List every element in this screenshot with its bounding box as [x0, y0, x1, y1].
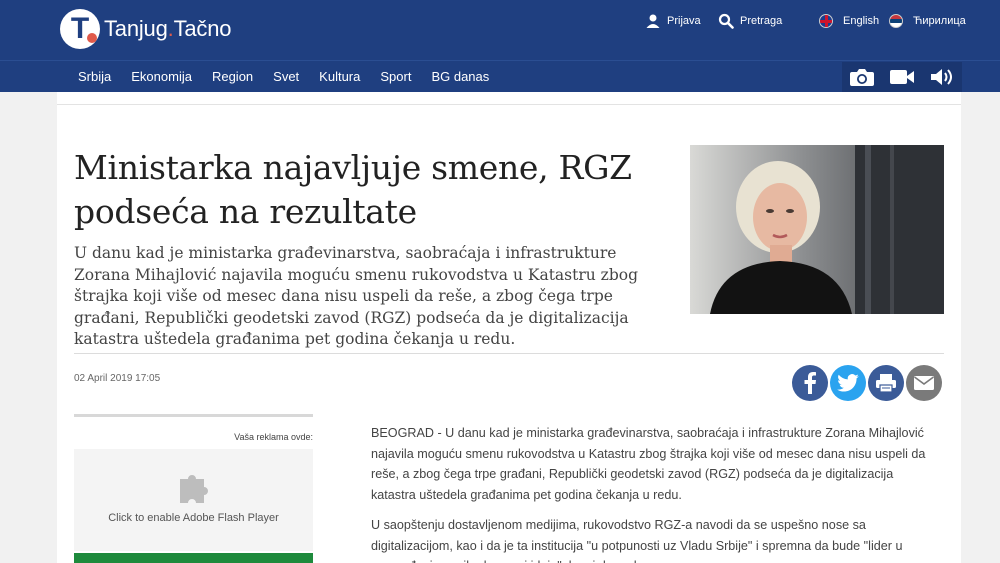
- audio-icon: [931, 69, 952, 85]
- top-header: T Tanjug.Tačno Prijava Pretraga English …: [0, 0, 1000, 60]
- plugin-icon: [180, 475, 208, 503]
- divider: [74, 353, 944, 354]
- article-lead: U danu kad je ministarka građevinarstva,…: [74, 244, 639, 348]
- nav-item-srbija[interactable]: Srbija: [68, 61, 121, 93]
- ad-label: Vaša reklama ovde:: [234, 432, 313, 442]
- uk-flag-icon: [819, 14, 833, 28]
- email-share-button[interactable]: [906, 365, 942, 401]
- media-buttons: [842, 62, 962, 92]
- camera-icon: [850, 69, 874, 86]
- article-headline: Ministarka najavljuje smene, RGZ podseća…: [74, 148, 632, 231]
- nav-item-kultura[interactable]: Kultura: [309, 61, 370, 93]
- nav-item-sport[interactable]: Sport: [370, 61, 421, 93]
- print-icon: [876, 374, 896, 393]
- main-nav: Srbija Ekonomija Region Svet Kultura Spo…: [0, 60, 1000, 92]
- nav-item-region[interactable]: Region: [202, 61, 263, 93]
- flash-ad-placeholder[interactable]: [74, 449, 313, 551]
- nav-item-svet[interactable]: Svet: [263, 61, 309, 93]
- user-icon: [645, 13, 661, 29]
- print-button[interactable]: [868, 365, 904, 401]
- logo-text: Tanjug.Tačno: [104, 16, 231, 42]
- photo-gallery-button[interactable]: [842, 62, 882, 92]
- ad-divider: [74, 414, 313, 417]
- login-link[interactable]: Prijava: [645, 13, 701, 29]
- english-link[interactable]: English: [819, 13, 879, 29]
- share-facebook-button[interactable]: [792, 365, 828, 401]
- nav-item-bg-danas[interactable]: BG danas: [421, 61, 499, 93]
- login-label: Prijava: [667, 15, 701, 27]
- nav-item-ekonomija[interactable]: Ekonomija: [121, 61, 202, 93]
- site-logo[interactable]: T Tanjug.Tačno: [60, 9, 231, 49]
- flash-ad-text[interactable]: Click to enable Adobe Flash Player: [74, 512, 313, 524]
- audio-button[interactable]: [922, 62, 962, 92]
- email-icon: [914, 376, 934, 390]
- logo-letter: T: [70, 12, 90, 45]
- serbia-flag-icon: [889, 14, 903, 28]
- article-paragraph: U saopštenju dostavljenom medijima, ruko…: [371, 518, 903, 563]
- search-label: Pretraga: [740, 15, 783, 27]
- article-body: BEOGRAD - U danu kad je ministarka građe…: [371, 423, 941, 563]
- divider: [57, 104, 961, 105]
- logo-mark: T: [60, 9, 100, 49]
- search-icon: [718, 13, 734, 29]
- logo-tagline: Tačno: [173, 16, 232, 41]
- facebook-icon: [804, 372, 816, 394]
- cyrillic-link[interactable]: Ћирилица: [889, 13, 966, 29]
- ad-banner-strip: [74, 553, 313, 563]
- twitter-icon: [837, 374, 859, 392]
- video-button[interactable]: [882, 62, 922, 92]
- logo-dot: [87, 33, 97, 43]
- cyrillic-label: Ћирилица: [913, 15, 966, 27]
- article-paragraph: BEOGRAD - U danu kad je ministarka građe…: [371, 426, 926, 502]
- video-icon: [890, 70, 914, 84]
- article-photo: [690, 145, 944, 314]
- search-link[interactable]: Pretraga: [718, 13, 782, 29]
- nav-items: Srbija Ekonomija Region Svet Kultura Spo…: [68, 61, 499, 93]
- portrait-image: [690, 145, 944, 314]
- english-label: English: [843, 15, 880, 27]
- logo-brand: Tanjug: [104, 16, 168, 41]
- share-twitter-button[interactable]: [830, 365, 866, 401]
- article-date: 02 April 2019 17:05: [74, 373, 161, 384]
